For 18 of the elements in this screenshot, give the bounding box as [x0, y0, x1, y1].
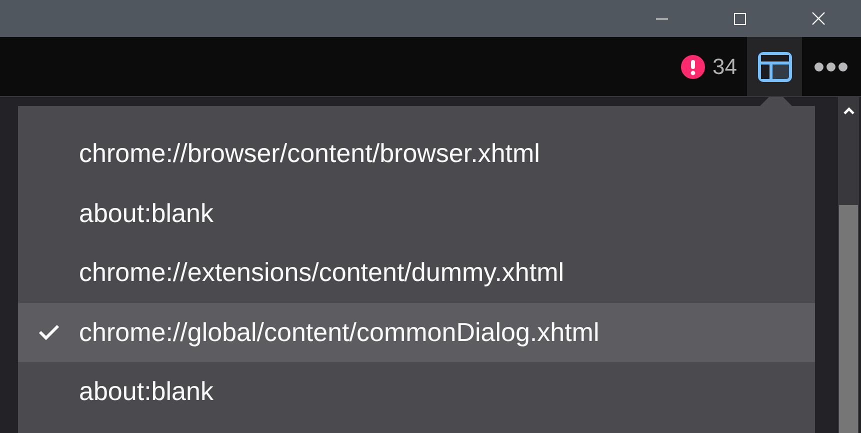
menu-item[interactable]: chrome://browser/content/browser.xhtml: [18, 124, 815, 184]
menu-item[interactable]: chrome://extensions/content/dummy.xhtml: [18, 243, 815, 302]
menu-item[interactable]: about:blank: [18, 362, 815, 422]
maximize-icon[interactable]: [734, 12, 746, 24]
close-icon[interactable]: [812, 12, 825, 25]
menu-item[interactable]: about:blank: [18, 184, 815, 243]
error-icon: [680, 54, 705, 78]
frames-button[interactable]: [747, 37, 802, 96]
scrollbar-thumb[interactable]: [839, 205, 858, 433]
scroll-up-icon[interactable]: [842, 107, 854, 115]
more-icon[interactable]: [814, 62, 848, 72]
minimize-icon[interactable]: [656, 18, 668, 20]
scrollbar[interactable]: [838, 97, 859, 433]
frame-layout-icon: [758, 52, 792, 82]
menu-item[interactable]: chrome://global/content/commonDialog.xhtml: [18, 302, 815, 362]
checkmark-icon: [38, 324, 60, 340]
error-count-button[interactable]: 34: [680, 54, 747, 80]
error-count: 34: [712, 54, 737, 80]
